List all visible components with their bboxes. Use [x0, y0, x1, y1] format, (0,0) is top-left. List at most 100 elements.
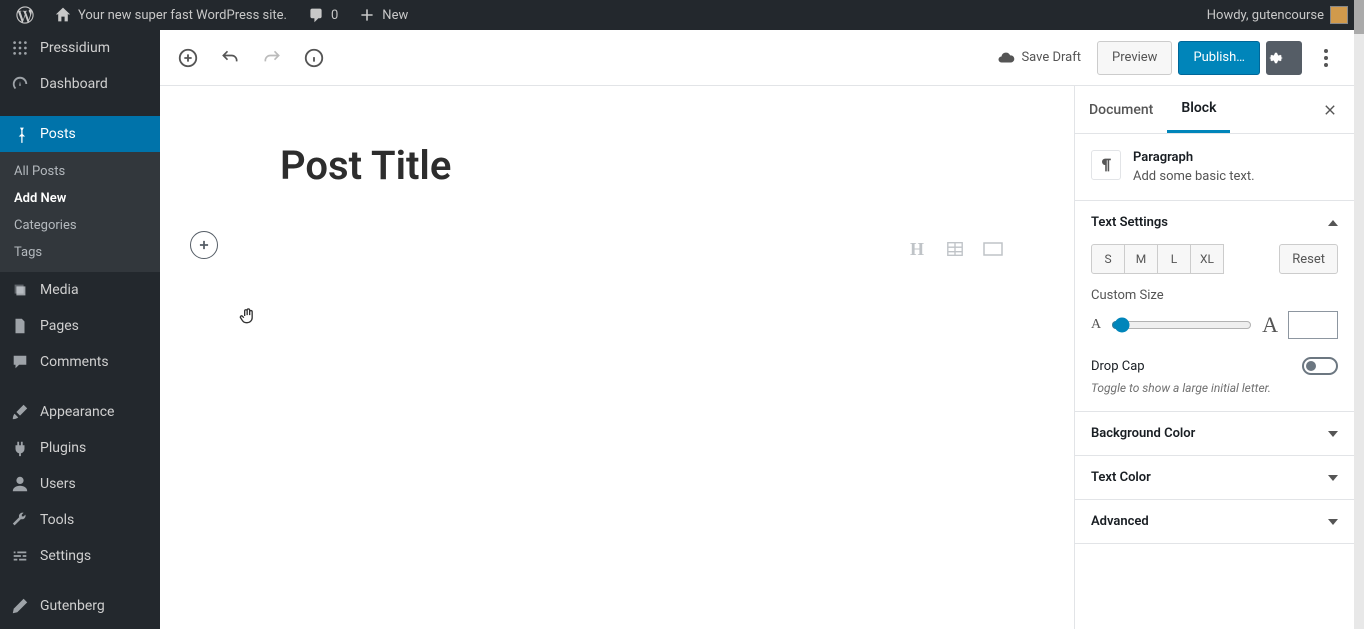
new-label: New: [382, 8, 408, 23]
sidebar-label: Media: [40, 282, 79, 298]
text-color-header[interactable]: Text Color: [1075, 456, 1354, 499]
publish-button[interactable]: Publish…: [1178, 41, 1260, 75]
sidebar-label: Comments: [40, 354, 109, 370]
sidebar-label: Posts: [40, 126, 76, 142]
admin-menu: Pressidium Dashboard Posts All Posts Add…: [0, 30, 160, 629]
posts-submenu: All Posts Add New Categories Tags: [0, 152, 160, 272]
chevron-down-icon: [1328, 431, 1338, 437]
avatar: [1330, 6, 1348, 24]
empty-paragraph-block[interactable]: [280, 231, 954, 259]
block-settings-panel: Document Block Paragraph Add some basic …: [1074, 86, 1354, 629]
save-draft-button[interactable]: Save Draft: [987, 49, 1091, 67]
sidebar-item-host[interactable]: Pressidium: [0, 30, 160, 66]
chevron-down-icon: [1328, 475, 1338, 481]
sub-add-new[interactable]: Add New: [0, 185, 160, 212]
inline-add-block-button[interactable]: [190, 231, 218, 259]
comments-link[interactable]: 0: [297, 0, 348, 30]
heading-block-icon[interactable]: H: [906, 238, 928, 260]
plug-icon: [10, 438, 30, 458]
admin-bar: Your new super fast WordPress site. 0 Ne…: [0, 0, 1364, 30]
dashboard-icon: [10, 74, 30, 94]
editor-body: Post Title H Document Block: [160, 86, 1354, 629]
bg-color-header[interactable]: Background Color: [1075, 412, 1354, 455]
close-settings-button[interactable]: [1318, 98, 1342, 122]
user-icon: [10, 474, 30, 494]
howdy-text: Howdy, gutencourse: [1207, 8, 1324, 23]
wp-logo[interactable]: [6, 0, 44, 30]
cover-block-icon[interactable]: [982, 238, 1004, 260]
gear-icon: [1267, 49, 1285, 67]
editor-top-bar: Save Draft Preview Publish…: [160, 30, 1354, 86]
sidebar-item-pages[interactable]: Pages: [0, 308, 160, 344]
sidebar-item-appearance[interactable]: Appearance: [0, 394, 160, 430]
size-l[interactable]: L: [1157, 244, 1191, 274]
bg-color-panel: Background Color: [1075, 412, 1354, 456]
sidebar-item-media[interactable]: Media: [0, 272, 160, 308]
comments-icon: [10, 352, 30, 372]
a-large-icon: A: [1262, 312, 1278, 338]
sidebar-label: Gutenberg: [40, 598, 105, 614]
edit-icon: [10, 596, 30, 616]
host-icon: [10, 38, 30, 58]
settings-tabs: Document Block: [1075, 86, 1354, 134]
font-size-slider[interactable]: [1111, 317, 1252, 333]
comment-icon: [307, 6, 325, 24]
redo-button[interactable]: [254, 40, 290, 76]
more-options-button[interactable]: [1308, 40, 1344, 76]
text-color-panel: Text Color: [1075, 456, 1354, 500]
sidebar-label: Pressidium: [40, 40, 110, 56]
preview-button[interactable]: Preview: [1097, 41, 1172, 75]
new-link[interactable]: New: [348, 0, 418, 30]
media-icon: [10, 280, 30, 300]
sidebar-item-posts[interactable]: Posts: [0, 116, 160, 152]
tab-document[interactable]: Document: [1075, 88, 1167, 132]
chevron-up-icon: [1328, 220, 1338, 226]
scrollbar-thumb[interactable]: [1354, 0, 1364, 34]
browser-scrollbar[interactable]: [1354, 0, 1364, 629]
sidebar-label: Pages: [40, 318, 79, 334]
sidebar-item-comments[interactable]: Comments: [0, 344, 160, 380]
sidebar-label: Tools: [40, 512, 74, 528]
site-name: Your new super fast WordPress site.: [78, 8, 287, 23]
editor-canvas[interactable]: Post Title H: [160, 86, 1074, 629]
sub-tags[interactable]: Tags: [0, 239, 160, 266]
sidebar-item-plugins[interactable]: Plugins: [0, 430, 160, 466]
block-info-title: Paragraph: [1133, 150, 1255, 165]
size-s[interactable]: S: [1091, 244, 1125, 274]
dropcap-toggle[interactable]: [1302, 357, 1338, 375]
size-m[interactable]: M: [1124, 244, 1158, 274]
comments-count: 0: [331, 8, 338, 23]
sidebar-label: Settings: [40, 548, 91, 564]
text-settings-header[interactable]: Text Settings: [1075, 201, 1354, 244]
undo-button[interactable]: [212, 40, 248, 76]
wordpress-icon: [16, 6, 34, 24]
advanced-header[interactable]: Advanced: [1075, 500, 1354, 543]
sidebar-label: Dashboard: [40, 76, 108, 92]
sub-categories[interactable]: Categories: [0, 212, 160, 239]
info-button[interactable]: [296, 40, 332, 76]
settings-toggle[interactable]: [1266, 41, 1302, 75]
cloud-icon: [997, 49, 1015, 67]
sidebar-item-users[interactable]: Users: [0, 466, 160, 502]
sub-all-posts[interactable]: All Posts: [0, 158, 160, 185]
sidebar-item-dashboard[interactable]: Dashboard: [0, 66, 160, 102]
font-size-input[interactable]: [1288, 311, 1338, 339]
text-settings-panel: Text Settings S M L XL Reset Custom Size…: [1075, 201, 1354, 412]
add-block-button[interactable]: [170, 40, 206, 76]
tab-block[interactable]: Block: [1167, 86, 1230, 133]
sidebar-label: Plugins: [40, 440, 86, 456]
sidebar-item-tools[interactable]: Tools: [0, 502, 160, 538]
toggle-knob: [1306, 361, 1316, 371]
post-title[interactable]: Post Title: [280, 142, 954, 189]
sidebar-item-settings[interactable]: Settings: [0, 538, 160, 574]
table-block-icon[interactable]: [944, 238, 966, 260]
editor-toolbar-left: [170, 40, 332, 76]
custom-size-row: A A: [1091, 311, 1338, 339]
size-xl[interactable]: XL: [1190, 244, 1224, 274]
pin-icon: [10, 124, 30, 144]
sidebar-item-gutenberg[interactable]: Gutenberg: [0, 588, 160, 624]
site-name-link[interactable]: Your new super fast WordPress site.: [44, 0, 297, 30]
my-account[interactable]: Howdy, gutencourse: [1197, 0, 1358, 30]
editor: Save Draft Preview Publish… Post Title H: [160, 30, 1354, 629]
reset-size-button[interactable]: Reset: [1279, 244, 1338, 274]
